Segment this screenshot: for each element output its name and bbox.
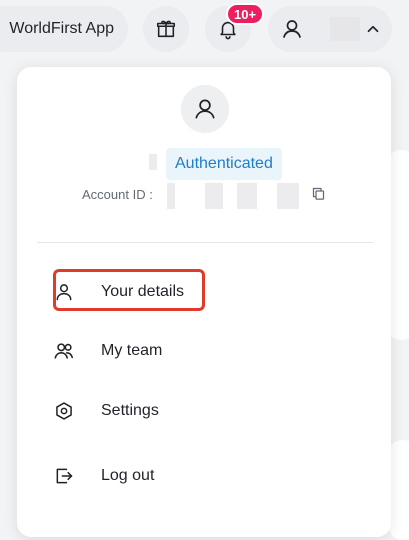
menu-item-label: Settings — [101, 402, 159, 419]
account-dropdown: Authenticated Account ID : Your details — [17, 67, 391, 537]
avatar — [181, 85, 229, 133]
user-icon — [280, 17, 304, 41]
redacted-account-id — [167, 183, 299, 209]
background-card — [388, 440, 409, 540]
account-id-label: Account ID : — [82, 187, 153, 202]
copy-account-id-button[interactable] — [309, 184, 327, 202]
user-icon — [192, 96, 218, 122]
copy-icon — [311, 186, 326, 201]
highlight-box — [53, 269, 205, 311]
menu-item-log-out[interactable]: Log out — [53, 456, 353, 496]
logout-icon — [53, 465, 75, 487]
worldfirst-app-button[interactable]: WorldFirst App — [0, 6, 128, 52]
menu-item-my-team[interactable]: My team — [53, 331, 353, 371]
redacted-text — [149, 154, 157, 170]
status-badge: Authenticated — [166, 148, 282, 180]
top-bar: WorldFirst App 10+ — [0, 0, 409, 60]
app-button-label: WorldFirst App — [9, 20, 114, 37]
team-icon — [53, 340, 75, 362]
gift-icon — [155, 18, 177, 40]
gift-button[interactable] — [143, 6, 189, 52]
menu-item-settings[interactable]: Settings — [53, 391, 353, 431]
menu-item-label: My team — [101, 342, 163, 359]
settings-icon — [53, 400, 75, 422]
redacted-user-name — [330, 17, 360, 41]
divider — [37, 242, 373, 243]
menu-item-label: Log out — [101, 467, 155, 484]
chevron-up-icon[interactable] — [364, 20, 382, 38]
notification-badge: 10+ — [226, 3, 265, 25]
